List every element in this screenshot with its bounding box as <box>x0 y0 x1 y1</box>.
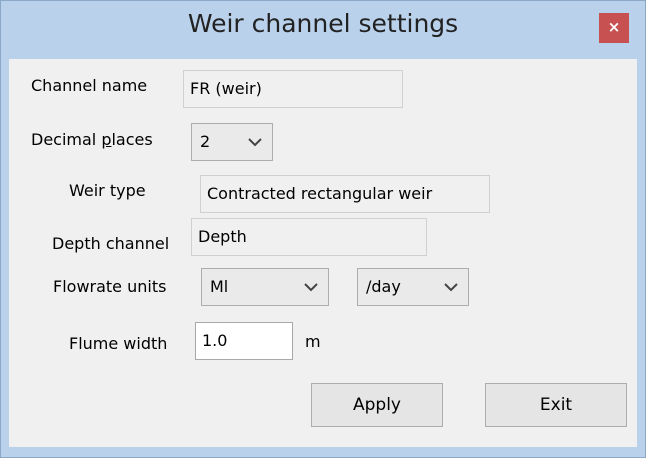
dialog-window: Weir channel settings × Channel name FR … <box>0 0 646 458</box>
flowrate-volume-select[interactable]: Ml <box>201 268 329 306</box>
window-title: Weir channel settings <box>187 9 459 38</box>
chevron-down-icon <box>444 283 458 292</box>
decimal-places-value: 2 <box>200 132 211 151</box>
flowrate-units-label: Flowrate units <box>53 277 167 296</box>
flowrate-time-select[interactable]: /day <box>357 268 469 306</box>
weir-type-label: Weir type <box>69 181 146 200</box>
decimal-places-select[interactable]: 2 <box>191 123 273 161</box>
title-bar[interactable]: Weir channel settings × <box>1 1 645 59</box>
flume-width-label: Flume width <box>69 334 168 353</box>
channel-name-label: Channel name <box>31 76 148 95</box>
depth-channel-label: Depth channel <box>52 234 170 253</box>
apply-button[interactable]: Apply <box>311 383 443 427</box>
depth-channel-field: Depth <box>191 218 427 256</box>
flume-width-input[interactable]: 1.0 <box>195 322 293 360</box>
dialog-body: Channel name FR (weir) Decimal places 2 … <box>9 59 637 447</box>
close-icon: × <box>607 18 621 36</box>
flowrate-volume-value: Ml <box>210 277 229 296</box>
flume-width-unit: m <box>305 332 321 351</box>
weir-type-field: Contracted rectangular weir <box>200 175 490 213</box>
channel-name-field: FR (weir) <box>183 70 403 108</box>
close-button[interactable]: × <box>599 13 629 43</box>
exit-button[interactable]: Exit <box>485 383 627 427</box>
chevron-down-icon <box>248 138 262 147</box>
decimal-places-label: Decimal places <box>31 130 153 149</box>
flowrate-time-value: /day <box>366 277 401 296</box>
chevron-down-icon <box>304 283 318 292</box>
